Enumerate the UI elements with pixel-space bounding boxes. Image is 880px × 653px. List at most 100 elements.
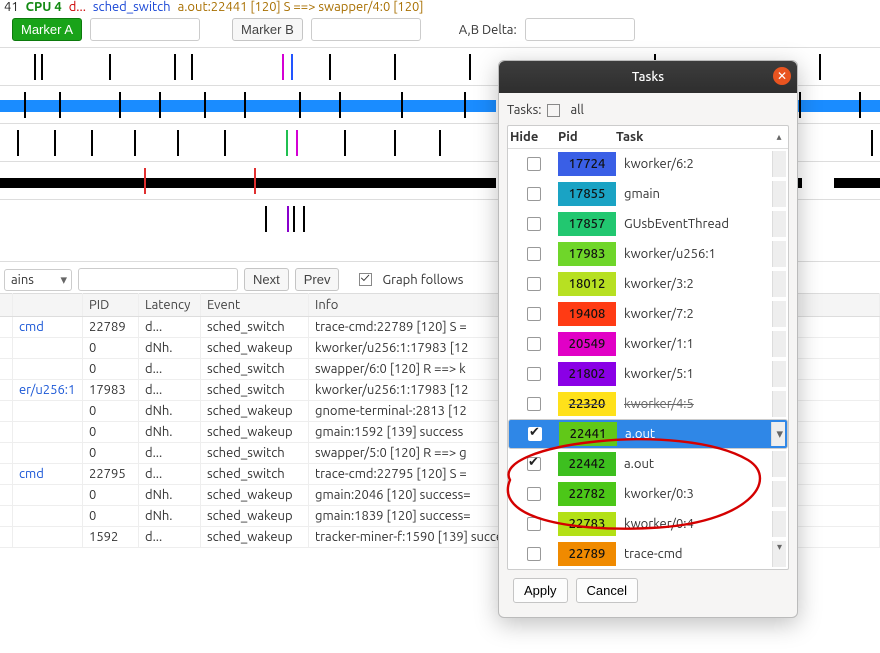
cell-task: [13, 422, 83, 443]
cell-task: [13, 485, 83, 506]
next-button[interactable]: Next: [244, 268, 289, 291]
task-row[interactable]: 22789trace-cmd▾: [508, 539, 788, 569]
task-name: trace-cmd: [616, 547, 772, 561]
col-hide[interactable]: Hide: [510, 130, 558, 144]
task-name: kworker/0:4: [616, 517, 772, 531]
task-row[interactable]: 22441a.out: [508, 419, 788, 449]
scrollbar-track[interactable]: [772, 451, 786, 477]
delta-input[interactable]: [525, 18, 635, 41]
scrollbar-track[interactable]: [772, 241, 786, 267]
task-name: kworker/1:1: [616, 337, 772, 351]
task-row[interactable]: 17857GUsbEventThread: [508, 209, 788, 239]
hide-checkbox[interactable]: [527, 187, 541, 201]
scrollbar-track[interactable]: [772, 511, 786, 537]
scrollbar-track[interactable]: [772, 331, 786, 357]
scrollbar-track[interactable]: [772, 271, 786, 297]
col-event[interactable]: Event: [201, 294, 309, 317]
cell-task: cmd: [13, 464, 83, 485]
cell-task: [13, 401, 83, 422]
hide-checkbox[interactable]: [527, 247, 541, 261]
tasks-dialog[interactable]: Tasks ✕ Tasks: all Hide Pid Task ▴ 17724…: [498, 60, 798, 618]
task-name: kworker/7:2: [616, 307, 772, 321]
hide-checkbox[interactable]: [527, 547, 541, 561]
cancel-button[interactable]: Cancel: [576, 578, 638, 603]
task-row[interactable]: 18012kworker/3:2: [508, 269, 788, 299]
scrollbar-track[interactable]: [772, 211, 786, 237]
task-name: kworker/0:3: [616, 487, 772, 501]
all-checkbox[interactable]: [547, 104, 560, 117]
hide-checkbox[interactable]: [527, 307, 541, 321]
scroll-up-icon[interactable]: ▴: [776, 131, 781, 143]
status-d: d...: [69, 0, 86, 14]
scrollbar-track[interactable]: ▾: [772, 541, 786, 567]
pid-chip: 22789: [558, 542, 616, 566]
task-name: GUsbEventThread: [616, 217, 772, 231]
task-row[interactable]: 17983kworker/u256:1: [508, 239, 788, 269]
task-row[interactable]: 22783kworker/0:4: [508, 509, 788, 539]
pid-chip: 20549: [558, 332, 616, 356]
pid-chip: 22442: [558, 452, 616, 476]
close-icon[interactable]: ✕: [773, 67, 791, 85]
hide-checkbox[interactable]: [527, 457, 541, 471]
task-list[interactable]: Hide Pid Task ▴ 17724kworker/6:217855gma…: [507, 125, 789, 570]
task-row[interactable]: 19408kworker/7:2: [508, 299, 788, 329]
task-row[interactable]: 20549kworker/1:1: [508, 329, 788, 359]
task-row[interactable]: 22442a.out: [508, 449, 788, 479]
hide-checkbox[interactable]: [527, 487, 541, 501]
pid-chip: 17983: [558, 242, 616, 266]
task-name: kworker/4:5: [616, 397, 772, 411]
col-pid[interactable]: PID: [83, 294, 139, 317]
filter-select[interactable]: ains: [4, 269, 72, 291]
hide-checkbox[interactable]: [527, 217, 541, 231]
hide-checkbox[interactable]: [527, 277, 541, 291]
hide-checkbox[interactable]: [527, 337, 541, 351]
task-row[interactable]: 22782kworker/0:3: [508, 479, 788, 509]
col-latency[interactable]: Latency: [139, 294, 201, 317]
task-row[interactable]: 22320kworker/4:5: [508, 389, 788, 419]
task-name: kworker/u256:1: [616, 247, 772, 261]
pid-chip: 22320: [558, 392, 616, 416]
cell-task: [13, 506, 83, 527]
all-label: all: [570, 103, 584, 117]
cell-task: [13, 359, 83, 380]
task-row[interactable]: 17724kworker/6:2: [508, 149, 788, 179]
pid-chip: 19408: [558, 302, 616, 326]
scrollbar-track[interactable]: [772, 301, 786, 327]
filter-input[interactable]: [78, 268, 238, 291]
hide-checkbox[interactable]: [527, 517, 541, 531]
col-task2[interactable]: Task: [616, 130, 772, 144]
marker-a-button[interactable]: Marker A: [12, 18, 82, 41]
apply-button[interactable]: Apply: [513, 578, 568, 603]
hide-checkbox[interactable]: [528, 427, 542, 441]
hide-checkbox[interactable]: [527, 367, 541, 381]
hide-checkbox[interactable]: [527, 157, 541, 171]
scrollbar-track[interactable]: [772, 391, 786, 417]
col-blank[interactable]: [0, 294, 13, 317]
marker-a-input[interactable]: [90, 18, 200, 41]
task-name: kworker/6:2: [616, 157, 772, 171]
col-task[interactable]: [13, 294, 83, 317]
prev-button[interactable]: Prev: [295, 268, 340, 291]
col-pid2[interactable]: Pid: [558, 130, 616, 144]
task-name: a.out: [617, 427, 771, 441]
scrollbar-track[interactable]: [772, 481, 786, 507]
scrollbar-track[interactable]: [772, 151, 786, 177]
pid-chip: 17855: [558, 182, 616, 206]
graph-follows-checkbox[interactable]: [359, 273, 372, 286]
scrollbar-track[interactable]: [772, 361, 786, 387]
scrollbar-track[interactable]: [772, 181, 786, 207]
scrollbar-track[interactable]: [771, 422, 785, 446]
pid-chip: 22782: [558, 482, 616, 506]
graph-follows-label: Graph follows: [382, 273, 463, 287]
scroll-down-icon[interactable]: ▾: [773, 541, 786, 553]
marker-b-input[interactable]: [311, 18, 421, 41]
hide-checkbox[interactable]: [527, 397, 541, 411]
marker-b-button[interactable]: Marker B: [232, 18, 303, 41]
task-row[interactable]: 17855gmain: [508, 179, 788, 209]
pid-chip: 22441: [559, 422, 617, 446]
cell-task: cmd: [13, 317, 83, 338]
task-row[interactable]: 21802kworker/5:1: [508, 359, 788, 389]
dialog-titlebar[interactable]: Tasks ✕: [499, 61, 797, 93]
dialog-title: Tasks: [632, 70, 664, 84]
task-name: a.out: [616, 457, 772, 471]
